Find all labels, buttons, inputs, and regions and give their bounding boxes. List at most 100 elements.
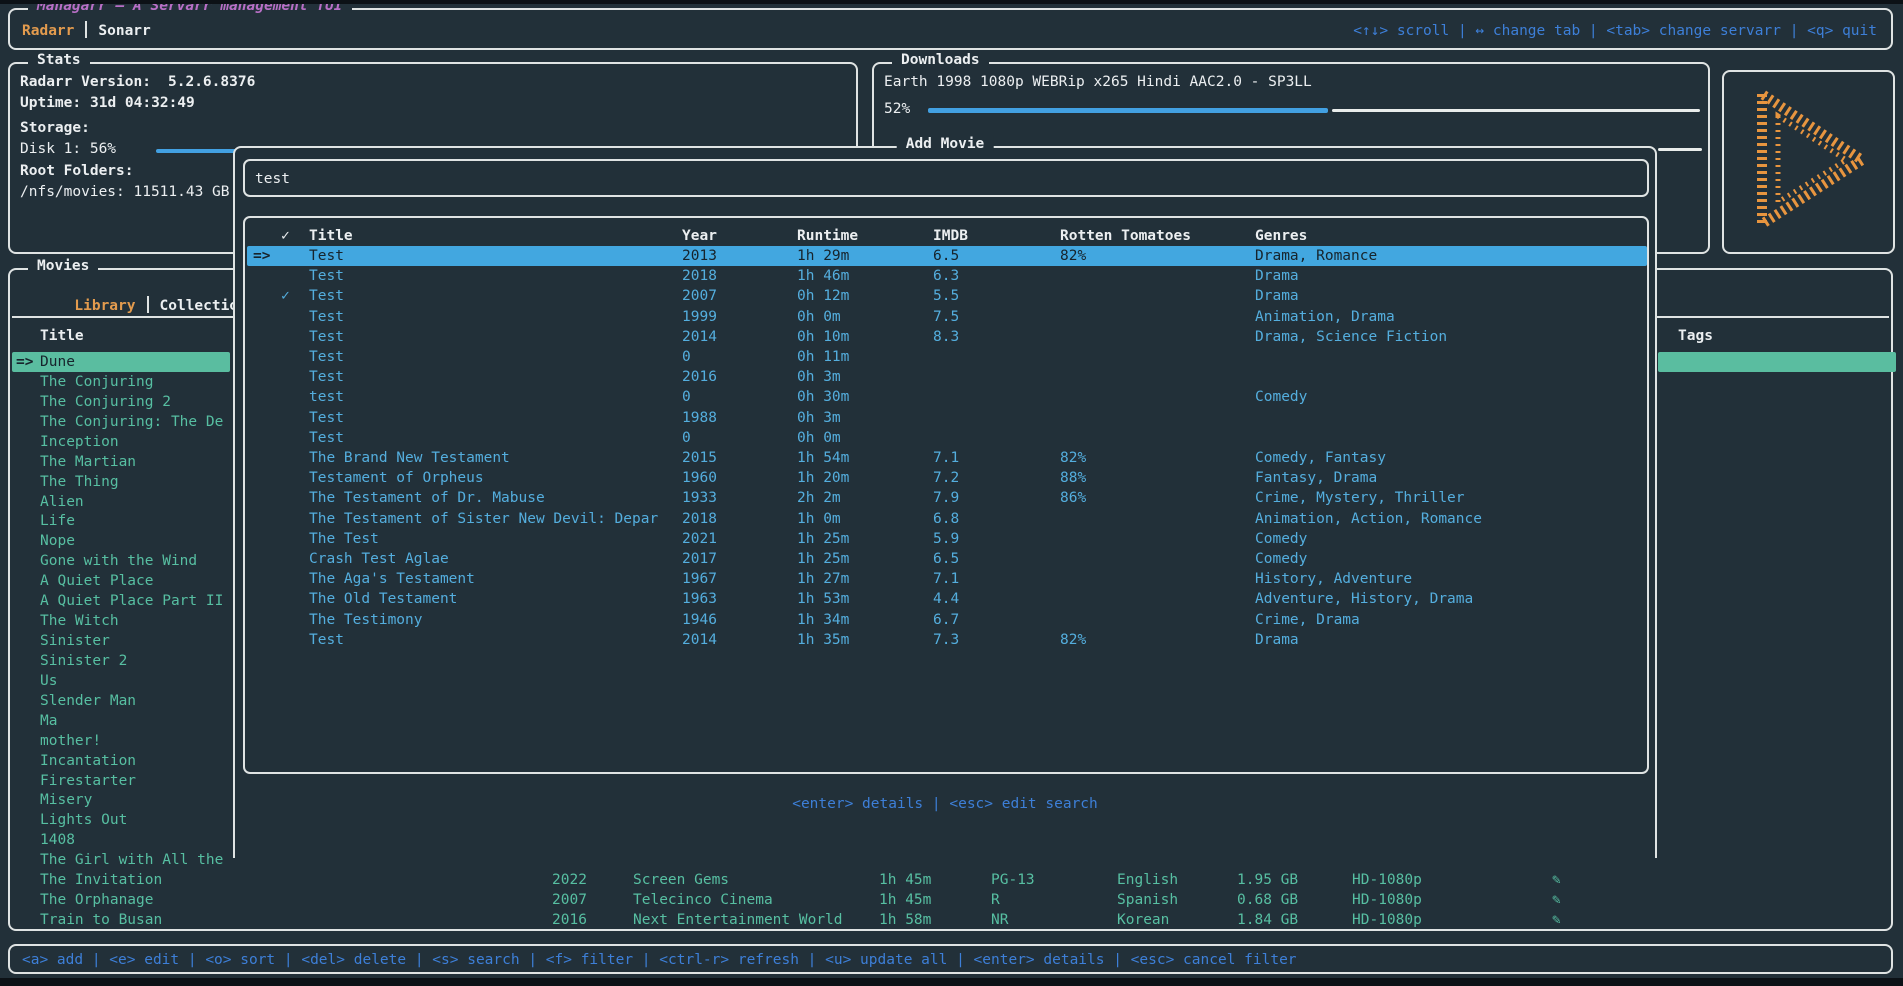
movie-quality-cell: HD-1080p [1352, 910, 1422, 930]
result-genres-cell: Adventure, History, Drama [1255, 589, 1473, 609]
movie-title-cell: Incantation [40, 751, 136, 771]
edit-tags-icon[interactable]: ✎ [1552, 870, 1561, 890]
result-runtime-cell: 2h 2m [797, 488, 841, 508]
result-row[interactable]: The Test20211h 25m5.9Comedy [245, 529, 1647, 549]
result-imdb-cell: 5.9 [933, 529, 959, 549]
result-title-cell: Crash Test Aglae [309, 549, 449, 569]
edit-tags-icon[interactable]: ✎ [1552, 890, 1561, 910]
library-row[interactable]: The Orphanage2007Telecinco Cinema1h 45mR… [10, 890, 1891, 910]
result-runtime-cell: 1h 53m [797, 589, 849, 609]
result-year-cell: 2021 [682, 529, 717, 549]
library-row[interactable]: Train to Busan2016Next Entertainment Wor… [10, 910, 1891, 930]
managarr-logo-icon [1724, 72, 1893, 252]
servarr-tabs: Radarr Sonarr [22, 19, 151, 43]
result-year-cell: 0 [682, 428, 691, 448]
bottom-keybar: <a> add | <e> edit | <o> sort | <del> de… [8, 944, 1893, 974]
radarr-version-value: 5.2.6.8376 [168, 74, 255, 90]
add-movie-modal-title: Add Movie [897, 136, 994, 152]
results-column-header: Genres [1255, 226, 1307, 246]
result-row[interactable]: Testament of Orpheus19601h 20m7.288%Fant… [245, 468, 1647, 488]
result-row[interactable]: The Brand New Testament20151h 54m7.182%C… [245, 448, 1647, 468]
result-title-cell: Test [309, 367, 344, 387]
result-title-cell: Test [309, 347, 344, 367]
result-genres-cell: Fantasy, Drama [1255, 468, 1377, 488]
global-keybind-hints: <↑↓> scroll | ↔ change tab | <tab> chang… [1353, 19, 1877, 43]
result-imdb-cell: 7.2 [933, 468, 959, 488]
movie-title-cell: Slender Man [40, 691, 136, 711]
results-column-header: Title [309, 226, 353, 246]
result-imdb-cell: 7.9 [933, 488, 959, 508]
result-genres-cell: Drama [1255, 266, 1299, 286]
uptime-value: 31d 04:32:49 [90, 95, 195, 111]
result-rt-cell: 82% [1060, 630, 1086, 650]
result-row[interactable]: Test 0 0h 11m [245, 347, 1647, 367]
storage-label: Storage: [20, 120, 90, 136]
result-row[interactable]: The Testament of Dr. Mabuse19332h 2m7.98… [245, 488, 1647, 508]
result-genres-cell: Drama [1255, 630, 1299, 650]
library-row[interactable]: The Invitation2022Screen Gems1h 45mPG-13… [10, 870, 1891, 890]
logo-panel [1722, 70, 1895, 254]
result-runtime-cell: 0h 3m [797, 367, 841, 387]
result-row[interactable]: The Old Testament19631h 53m4.4Adventure,… [245, 589, 1647, 609]
downloads-panel-title: Downloads [892, 52, 989, 68]
result-imdb-cell: 6.7 [933, 610, 959, 630]
result-title-cell: The Testament of Sister New Devil: Depar [309, 509, 658, 529]
tab-sonarr[interactable]: Sonarr [98, 23, 150, 39]
movie-rating-cell: PG-13 [991, 870, 1035, 890]
movie-size-cell: 0.68 GB [1237, 890, 1298, 910]
download-percent: 52% [884, 101, 910, 117]
movie-title-cell: Ma [40, 711, 57, 731]
stats-panel-title: Stats [28, 52, 90, 68]
root-folders-label: Root Folders: [20, 163, 134, 179]
result-year-cell: 0 [682, 347, 691, 367]
result-row[interactable]: Test19990h 0m7.5Animation, Drama [245, 307, 1647, 327]
result-runtime-cell: 0h 11m [797, 347, 849, 367]
results-column-header: Year [682, 226, 717, 246]
result-row[interactable]: =>Test20131h 29m6.582%Drama, Romance [245, 246, 1647, 266]
result-title-cell: Test [309, 266, 344, 286]
result-row[interactable]: Test20160h 3m [245, 367, 1647, 387]
movie-language-cell: Spanish [1117, 890, 1178, 910]
result-imdb-cell: 7.1 [933, 448, 959, 468]
edit-tags-icon[interactable]: ✎ [1552, 910, 1561, 930]
result-year-cell: 2013 [682, 246, 717, 266]
disk-usage-label: Disk 1: 56% [20, 141, 116, 157]
tab-radarr[interactable]: Radarr [22, 23, 74, 39]
movie-title-cell: Misery [40, 790, 92, 810]
result-genres-cell: Drama [1255, 286, 1299, 306]
result-genres-cell: Comedy, Fantasy [1255, 448, 1386, 468]
result-year-cell: 2007 [682, 286, 717, 306]
result-row[interactable]: Test19880h 3m [245, 408, 1647, 428]
library-title-column-header: Title [40, 328, 84, 344]
result-genres-cell: Animation, Drama [1255, 307, 1395, 327]
result-genres-cell: Crime, Mystery, Thriller [1255, 488, 1465, 508]
movie-title-cell: The Conjuring 2 [40, 392, 171, 412]
result-row[interactable]: The Testimony19461h 34m6.7Crime, Drama [245, 610, 1647, 630]
result-row[interactable]: Test00h 0m [245, 428, 1647, 448]
movie-studio-cell: Telecinco Cinema [633, 890, 773, 910]
result-row[interactable]: Test20141h 35m7.382%Drama [245, 630, 1647, 650]
result-rt-cell: 86% [1060, 488, 1086, 508]
result-row[interactable]: Crash Test Aglae20171h 25m6.5Comedy [245, 549, 1647, 569]
result-year-cell: 2017 [682, 549, 717, 569]
result-row[interactable]: Test20181h 46m6.3Drama [245, 266, 1647, 286]
movie-search-input[interactable] [253, 163, 1637, 195]
result-row[interactable]: test00h 30mComedy [245, 387, 1647, 407]
result-genres-cell: Drama, Science Fiction [1255, 327, 1447, 347]
library-keybind-hints: <a> add | <e> edit | <o> sort | <del> de… [22, 948, 1297, 972]
movie-title-cell: Sinister [40, 631, 110, 651]
result-row[interactable]: The Aga's Testament19671h 27m7.1History,… [245, 569, 1647, 589]
result-row[interactable]: Test20140h 10m8.3Drama, Science Fiction [245, 327, 1647, 347]
movie-title-cell: Firestarter [40, 771, 136, 791]
result-title-cell: Test [309, 307, 344, 327]
result-genres-cell: Crime, Drama [1255, 610, 1360, 630]
tab-library[interactable]: Library [74, 298, 135, 314]
result-title-cell: The Aga's Testament [309, 569, 475, 589]
result-row[interactable]: The Testament of Sister New Devil: Depar… [245, 509, 1647, 529]
result-row[interactable]: ✓Test20070h 12m5.5Drama [245, 286, 1647, 306]
result-year-cell: 2018 [682, 266, 717, 286]
result-rt-cell: 88% [1060, 468, 1086, 488]
movie-rating-cell: NR [991, 910, 1008, 930]
result-runtime-cell: 1h 54m [797, 448, 849, 468]
download2-gauge-remnant [1658, 148, 1702, 151]
